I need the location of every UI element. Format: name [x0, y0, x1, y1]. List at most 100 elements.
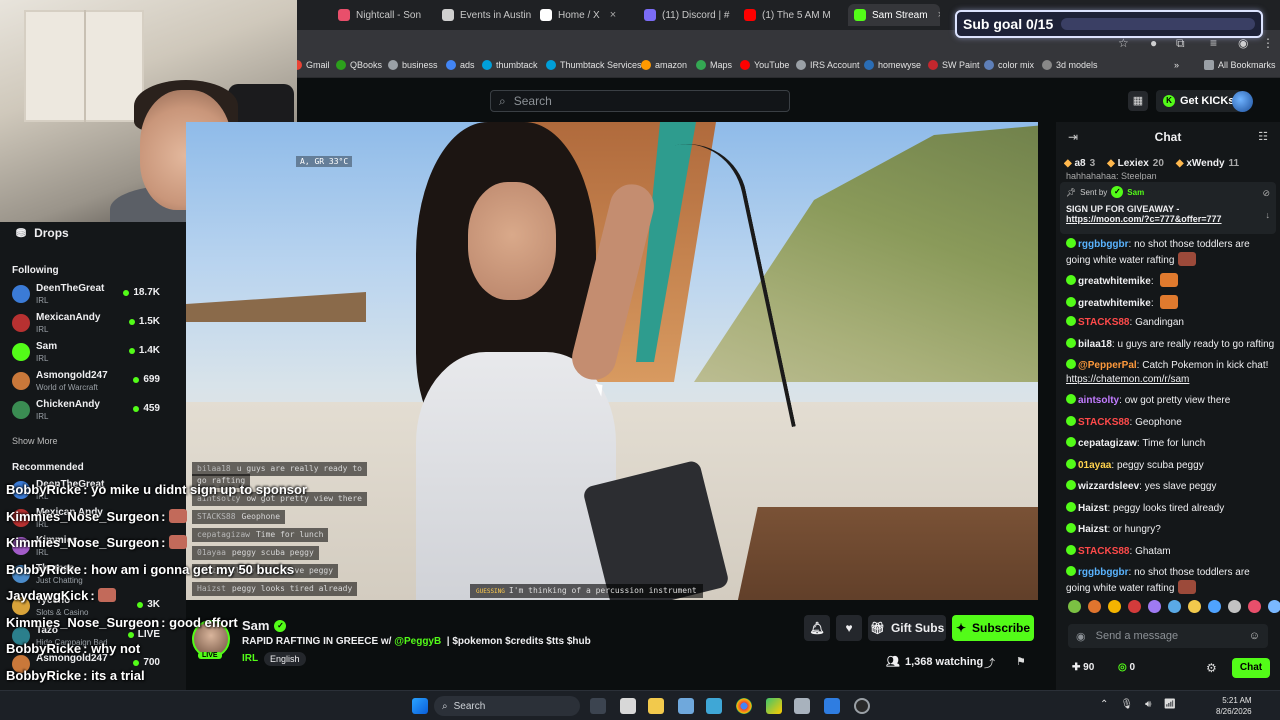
quick-emote-icon[interactable]: [1228, 600, 1241, 613]
quick-emote-icon[interactable]: [1268, 600, 1280, 613]
mic-icon[interactable]: 🎙︎: [1120, 699, 1133, 710]
bookmark-item[interactable]: SW Paint: [928, 60, 980, 70]
bookmark-item[interactable]: 3d models: [1042, 60, 1098, 70]
chat-username[interactable]: bilaa18: [1078, 339, 1112, 350]
chat-settings-icon[interactable]: ⚙: [1206, 661, 1217, 675]
more-bookmarks-button[interactable]: »: [1174, 60, 1179, 70]
windows-start-icon[interactable]: [412, 698, 428, 714]
extension-icon[interactable]: ●: [1150, 36, 1157, 50]
search-input[interactable]: ⌕ Search: [490, 90, 790, 112]
user-avatar[interactable]: [1232, 91, 1253, 112]
browser-tab[interactable]: Sam Stream ×: [848, 4, 940, 26]
notepad-icon[interactable]: [620, 698, 636, 714]
browser-tab[interactable]: (1) The 5 AM M×: [744, 4, 836, 26]
chat-username[interactable]: Haizst: [1078, 524, 1107, 535]
chat-username[interactable]: aintsolty: [1078, 395, 1119, 406]
bookmark-item[interactable]: IRS Account: [796, 60, 860, 70]
chat-username[interactable]: wizzardsleev: [1078, 481, 1139, 492]
profile-icon[interactable]: ◉: [1238, 36, 1248, 50]
chat-username[interactable]: Haizst: [1078, 503, 1107, 514]
quick-emote-icon[interactable]: [1188, 600, 1201, 613]
browser-tab[interactable]: (11) Discord | #×: [644, 4, 732, 26]
hide-pin-icon[interactable]: ⊘: [1262, 188, 1270, 199]
bookmark-item[interactable]: amazon: [641, 60, 687, 70]
notification-bell-button[interactable]: 🔔︎: [804, 615, 830, 641]
file-explorer-icon[interactable]: [648, 698, 664, 714]
bookmark-item[interactable]: Maps: [696, 60, 732, 70]
show-more-button[interactable]: Show More: [12, 436, 58, 446]
subscribe-button[interactable]: ✦ Subscribe: [952, 615, 1034, 641]
chat-link[interactable]: https://chatemon.com/r/sam: [1066, 374, 1189, 385]
wifi-icon[interactable]: 📶︎: [1163, 699, 1176, 710]
bookmark-item[interactable]: YouTube: [740, 60, 789, 70]
quick-emote-icon[interactable]: [1088, 600, 1101, 613]
chevron-up-icon[interactable]: ⌃: [1100, 699, 1108, 710]
puzzle-icon[interactable]: ⧉: [1176, 36, 1185, 51]
chrome-icon[interactable]: [736, 698, 752, 714]
quick-emote-icon[interactable]: [1208, 600, 1221, 613]
sidebar-channel-asmongold247[interactable]: Asmongold247 World of Warcraft 699: [12, 369, 180, 395]
browser-tab[interactable]: Home / X ×: [540, 4, 632, 26]
bookmark-item[interactable]: homewyse: [864, 60, 921, 70]
chat-username[interactable]: 01ayaa: [1078, 460, 1111, 471]
share-icon[interactable]: ⤴: [984, 655, 995, 671]
bookmark-item[interactable]: thumbtack: [482, 60, 538, 70]
chat-username[interactable]: cepatagizaw: [1078, 438, 1137, 449]
menu-icon[interactable]: ≡: [1210, 36, 1217, 50]
points-balance[interactable]: ◎ 0: [1118, 662, 1135, 673]
more-icon[interactable]: ⋮: [1262, 36, 1274, 50]
chat-username[interactable]: rggbbggbr: [1078, 239, 1129, 250]
quick-emote-icon[interactable]: [1068, 600, 1081, 613]
sidebar-channel-chickenandy[interactable]: ChickenAndy IRL 459: [12, 398, 180, 424]
volume-icon[interactable]: 🔊︎: [1145, 699, 1151, 710]
chat-users-icon[interactable]: ☷: [1258, 130, 1268, 143]
obs-icon[interactable]: [854, 698, 870, 714]
taskbar-search[interactable]: ⌕ Search: [434, 696, 580, 716]
bookmark-star-icon[interactable]: ☆: [1118, 36, 1129, 50]
system-clock[interactable]: 5:21 AM 8/26/2026: [1216, 695, 1252, 717]
browser-tab[interactable]: Events in Austin×: [442, 4, 532, 26]
expand-pin-icon[interactable]: ↓: [1266, 210, 1271, 220]
get-kicks-button[interactable]: K Get KICKs: [1156, 90, 1242, 112]
quick-emote-icon[interactable]: [1148, 600, 1161, 613]
chat-message-input[interactable]: ◉ Send a message ☺: [1068, 624, 1268, 648]
gift-subs-button[interactable]: 🎁︎ Gift Subs: [868, 615, 946, 641]
quick-emote-icon[interactable]: [1108, 600, 1121, 613]
emoji-picker-icon[interactable]: ☺: [1249, 630, 1260, 642]
network-app-icon[interactable]: [706, 698, 722, 714]
tab-close-icon[interactable]: ×: [610, 9, 616, 21]
chat-username[interactable]: greatwhitemike: [1078, 298, 1151, 309]
chat-username[interactable]: STACKS88: [1078, 546, 1130, 557]
bookmark-item[interactable]: QBooks: [336, 60, 382, 70]
task-view-icon[interactable]: [590, 698, 606, 714]
calculator-app-icon[interactable]: [794, 698, 810, 714]
bookmark-item[interactable]: ads: [446, 60, 475, 70]
bookmark-item[interactable]: Gmail: [292, 60, 330, 70]
tab-close-icon[interactable]: ×: [938, 9, 940, 21]
quick-emote-icon[interactable]: [1168, 600, 1181, 613]
pinned-link[interactable]: https://moon.com/?c=777&offer=777: [1066, 214, 1270, 224]
report-icon[interactable]: ⚑: [1016, 655, 1026, 668]
video-player[interactable]: A, GR 33°C bilaa18 u guys are really read…: [186, 122, 1038, 600]
kicks-balance[interactable]: ✚ 90: [1072, 662, 1094, 673]
sidebar-channel-deenthegreat[interactable]: DeenTheGreat IRL 18.7K: [12, 282, 180, 308]
drops-link[interactable]: ⛃ Drops: [16, 226, 69, 240]
sidebar-channel-sam[interactable]: Sam IRL 1.4K: [12, 340, 180, 366]
title-mention[interactable]: @PeggyB: [394, 636, 441, 647]
browser-tab[interactable]: Nightcall - Son×: [338, 4, 430, 26]
stream-category[interactable]: IRL: [242, 653, 258, 664]
chat-username[interactable]: STACKS88: [1078, 417, 1130, 428]
sidebar-channel-mexicanandy[interactable]: MexicanAndy IRL 1.5K: [12, 311, 180, 337]
quick-emote-icon[interactable]: [1248, 600, 1261, 613]
calculator-icon[interactable]: [678, 698, 694, 714]
sketchup-icon[interactable]: [766, 698, 782, 714]
follow-heart-button[interactable]: ♥: [836, 615, 862, 641]
bookmark-item[interactable]: business: [388, 60, 438, 70]
all-bookmarks-button[interactable]: All Bookmarks: [1204, 60, 1276, 70]
streamer-name[interactable]: Sam ✓: [242, 618, 287, 633]
chat-send-button[interactable]: Chat: [1232, 658, 1270, 678]
stream-language-tag[interactable]: English: [264, 652, 306, 666]
browse-grid-button[interactable]: ▦: [1128, 91, 1148, 111]
paint-app-icon[interactable]: [824, 698, 840, 714]
chat-username[interactable]: greatwhitemike: [1078, 276, 1151, 287]
